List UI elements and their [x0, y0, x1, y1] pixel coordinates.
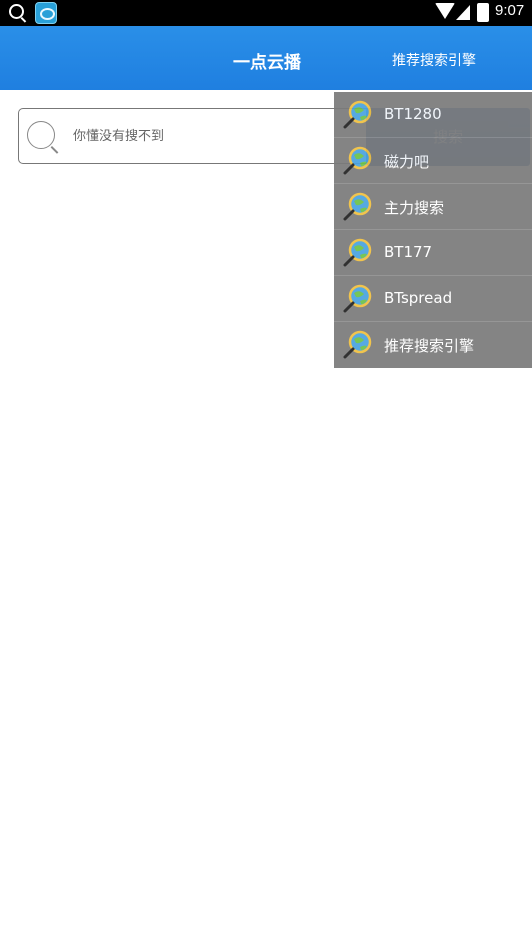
status-bar: 9:07 — [0, 0, 532, 26]
app-title: 一点云播 — [233, 53, 301, 73]
menu-item-ciliba[interactable]: 磁力吧 — [334, 138, 532, 184]
globe-search-icon — [343, 146, 372, 175]
menu-item-bt1280[interactable]: BT1280 — [334, 92, 532, 138]
search-input[interactable] — [71, 123, 365, 149]
search-box[interactable] — [18, 108, 378, 164]
menu-item-zhuli[interactable]: 主力搜索 — [334, 184, 532, 230]
signal-icon — [456, 5, 470, 20]
menu-item-label: BT177 — [384, 243, 433, 261]
globe-search-icon — [343, 330, 372, 359]
status-time: 9:07 — [495, 2, 525, 19]
menu-item-bt177[interactable]: BT177 — [334, 230, 532, 276]
recommend-engine-button[interactable]: 推荐搜索引擎 — [392, 50, 476, 70]
engine-dropdown-menu: BT1280 磁力吧 主力搜索 BT177 BTspread 推荐搜索引擎 — [334, 92, 532, 368]
battery-icon — [477, 3, 489, 22]
menu-item-label: 主力搜索 — [384, 199, 445, 217]
search-icon — [9, 4, 24, 19]
globe-search-icon — [343, 100, 372, 129]
globe-search-icon — [343, 284, 372, 313]
menu-item-recommended[interactable]: 推荐搜索引擎 — [334, 322, 532, 368]
menu-item-label: 推荐搜索引擎 — [384, 337, 475, 355]
menu-item-label: BTspread — [384, 289, 453, 307]
menu-item-label: 磁力吧 — [384, 153, 430, 171]
search-icon — [27, 121, 55, 149]
menu-item-label: BT1280 — [384, 105, 442, 123]
menu-item-btspread[interactable]: BTspread — [334, 276, 532, 322]
globe-search-icon — [343, 238, 372, 267]
wifi-icon — [435, 3, 455, 19]
app-notification-icon — [35, 2, 57, 24]
globe-search-icon — [343, 192, 372, 221]
